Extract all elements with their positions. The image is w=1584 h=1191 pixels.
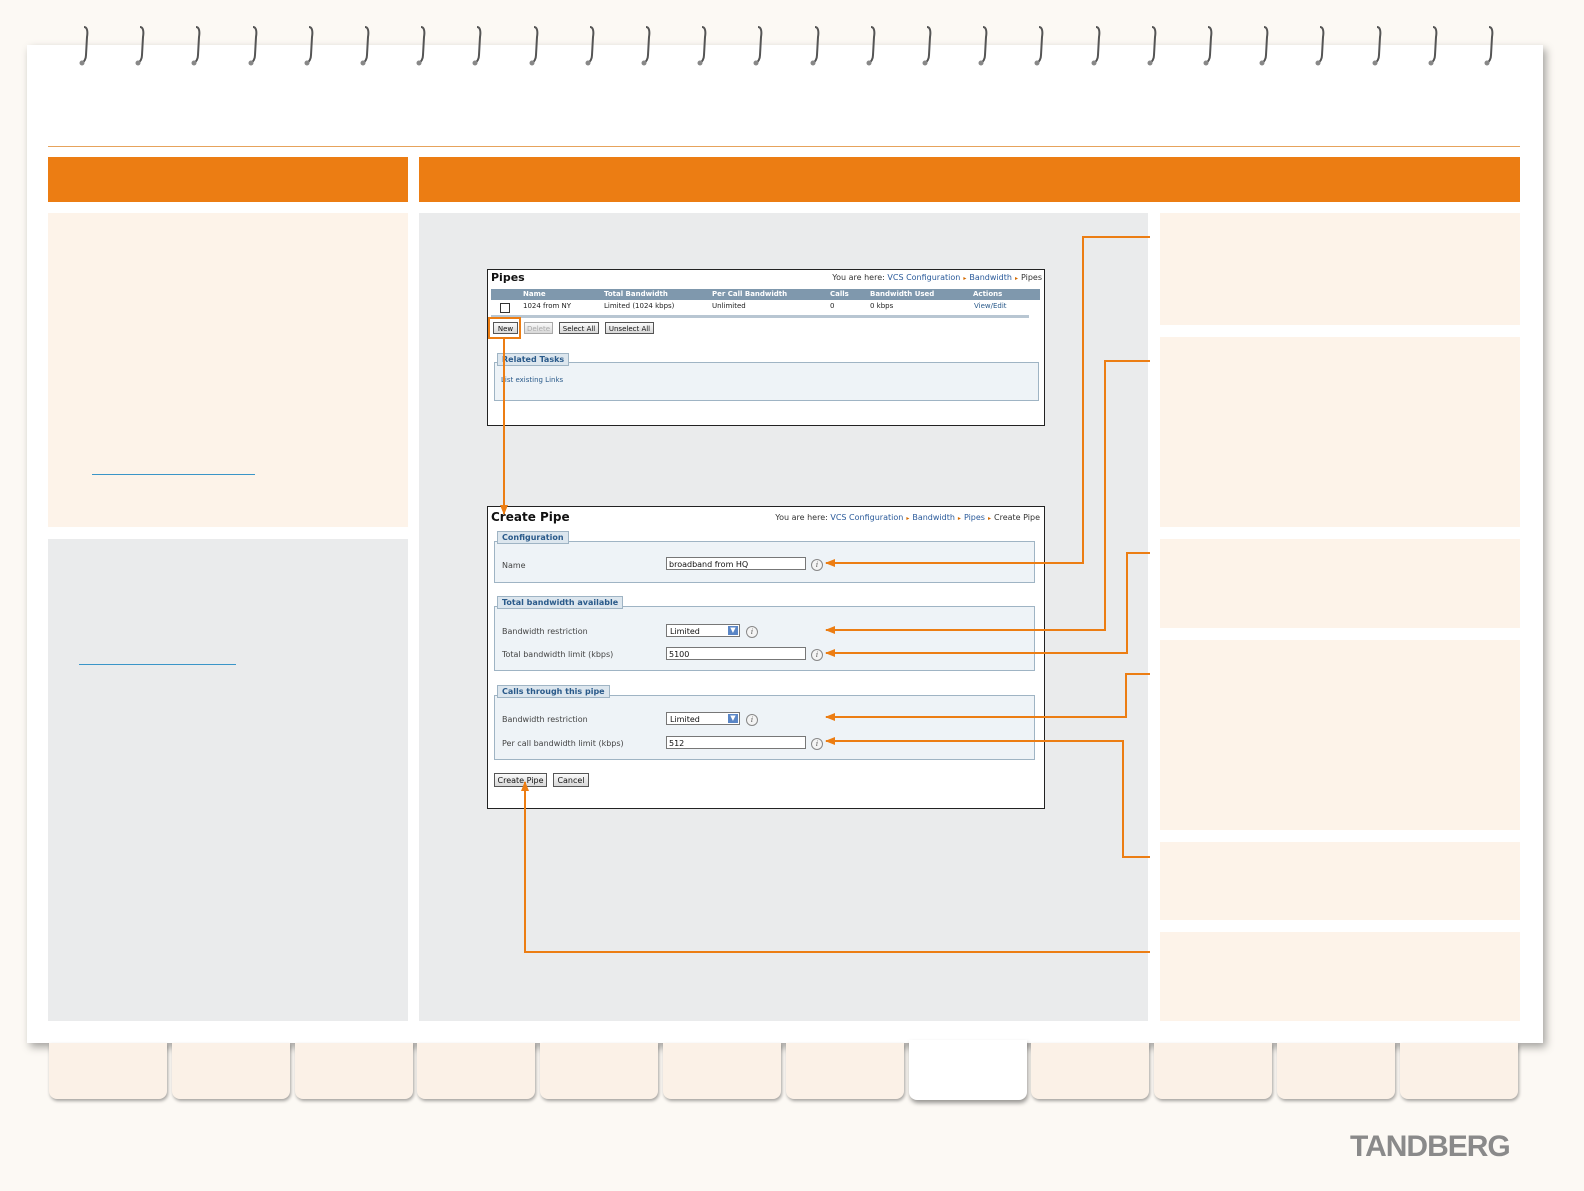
- section-tab[interactable]: [1399, 1043, 1518, 1099]
- callout-arrow-name: [825, 236, 1150, 567]
- callout-arrow-call-limit: [825, 737, 1150, 858]
- callout-arrow-create: [521, 781, 1150, 953]
- new-button-highlight: [488, 317, 521, 339]
- section-tab[interactable]: [171, 1043, 290, 1099]
- section-tab[interactable]: [1031, 1043, 1150, 1099]
- section-tab[interactable]: [1154, 1043, 1273, 1099]
- section-tab[interactable]: [49, 1043, 167, 1099]
- section-tab[interactable]: [663, 1043, 781, 1099]
- section-tab[interactable]: [1277, 1043, 1395, 1099]
- section-tab[interactable]: [294, 1043, 413, 1099]
- section-tab[interactable]: [540, 1043, 659, 1099]
- section-tab[interactable]: [908, 1040, 1027, 1100]
- callout-arrow-total-limit: [825, 552, 1150, 657]
- tandberg-logo: TANDBERG: [1350, 1130, 1511, 1163]
- section-tab[interactable]: [785, 1043, 904, 1099]
- section-tab[interactable]: [417, 1043, 536, 1099]
- callout-arrow-total-restriction: [825, 360, 1150, 634]
- callout-lines: [488, 236, 1150, 953]
- callout-arrow-call-restriction: [825, 673, 1150, 721]
